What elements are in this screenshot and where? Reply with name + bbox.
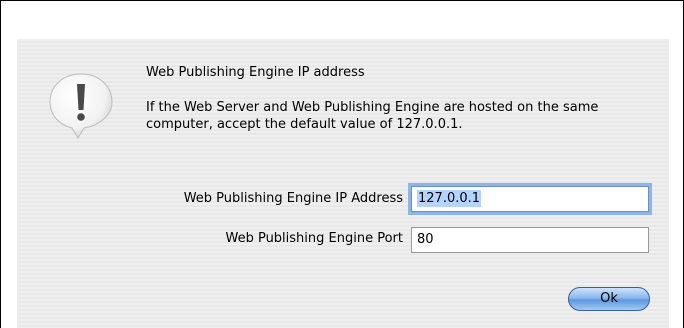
- ip-address-input[interactable]: 127.0.0.1: [411, 186, 649, 212]
- alert-exclamation-icon: [49, 73, 113, 139]
- ip-address-value: 127.0.0.1: [417, 190, 482, 207]
- ip-address-label: Web Publishing Engine IP Address: [183, 191, 403, 206]
- port-value: 80: [417, 232, 434, 247]
- alert-dialog: Web Publishing Engine IP address If the …: [17, 39, 669, 328]
- window-frame: Web Publishing Engine IP address If the …: [0, 0, 684, 328]
- ok-button[interactable]: Ok: [568, 287, 650, 311]
- dialog-message: If the Web Server and Web Publishing Eng…: [146, 100, 599, 132]
- port-input[interactable]: 80: [411, 227, 649, 253]
- port-label: Web Publishing Engine Port: [225, 231, 403, 246]
- dialog-title: Web Publishing Engine IP address: [146, 65, 365, 80]
